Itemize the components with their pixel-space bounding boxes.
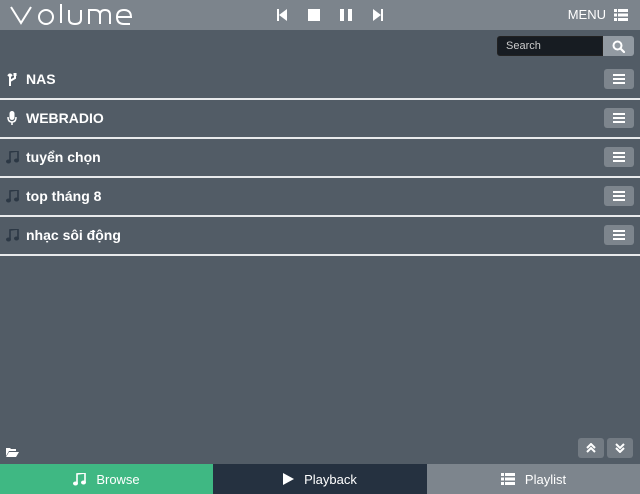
stop-icon (308, 9, 320, 21)
list-item-label: NAS (26, 71, 56, 87)
scroll-bottom-button[interactable] (607, 438, 633, 458)
list-icon (614, 8, 628, 21)
list-item[interactable]: tuyển chọn (0, 139, 640, 178)
transport-controls (266, 7, 394, 23)
music-note-icon (73, 472, 87, 485)
pause-button[interactable] (330, 7, 362, 23)
list-item-label: WEBRADIO (26, 110, 104, 126)
bottom-toolbar (0, 437, 640, 463)
list-item[interactable]: nhạc sôi động (0, 217, 640, 256)
list-item-label: top tháng 8 (26, 188, 102, 204)
double-chevron-down-icon (615, 443, 625, 453)
pause-icon (340, 9, 352, 21)
app-logo (9, 1, 135, 29)
double-chevron-up-icon (586, 443, 596, 453)
tab-playlist[interactable]: Playlist (427, 464, 640, 494)
search-icon (612, 40, 625, 53)
folder-open-icon[interactable] (6, 444, 19, 462)
tab-label: Playback (304, 471, 357, 487)
play-icon (283, 473, 295, 485)
item-menu-button[interactable] (604, 147, 634, 167)
usb-icon (5, 71, 19, 87)
list-item[interactable]: top tháng 8 (0, 178, 640, 217)
tab-browse[interactable]: Browse (0, 464, 213, 494)
skip-forward-icon (373, 9, 383, 21)
search-bar (0, 30, 640, 62)
item-menu-button[interactable] (604, 108, 634, 128)
list-item-label: nhạc sôi động (26, 227, 121, 243)
item-menu-button[interactable] (604, 69, 634, 89)
item-menu-button[interactable] (604, 225, 634, 245)
music-note-icon (5, 227, 19, 243)
tab-label: Playlist (524, 471, 567, 487)
menu-label: MENU (567, 7, 606, 22)
list-icon (500, 473, 515, 485)
search-input[interactable] (497, 36, 603, 56)
library-list: NAS WEBRADIO tuyển chọn top tháng 8 nhạc… (0, 61, 640, 256)
music-note-icon (5, 188, 19, 204)
previous-button[interactable] (266, 7, 298, 23)
hamburger-icon (613, 74, 625, 84)
top-bar: MENU (0, 0, 640, 30)
tab-label: Browse (96, 471, 140, 487)
music-note-icon (5, 149, 19, 165)
hamburger-icon (613, 230, 625, 240)
skip-back-icon (277, 9, 287, 21)
menu-button[interactable]: MENU (568, 7, 628, 22)
hamburger-icon (613, 113, 625, 123)
item-menu-button[interactable] (604, 186, 634, 206)
stop-button[interactable] (298, 7, 330, 23)
list-item[interactable]: WEBRADIO (0, 100, 640, 139)
next-button[interactable] (362, 7, 394, 23)
list-item[interactable]: NAS (0, 61, 640, 100)
scroll-top-button[interactable] (578, 438, 604, 458)
search-button[interactable] (603, 36, 634, 56)
volume-logo (10, 4, 133, 26)
hamburger-icon (613, 191, 625, 201)
hamburger-icon (613, 152, 625, 162)
microphone-icon (5, 110, 19, 126)
list-item-label: tuyển chọn (26, 149, 101, 165)
bottom-tabs: Browse Playback Playlist (0, 464, 640, 494)
tab-playback[interactable]: Playback (213, 464, 427, 494)
